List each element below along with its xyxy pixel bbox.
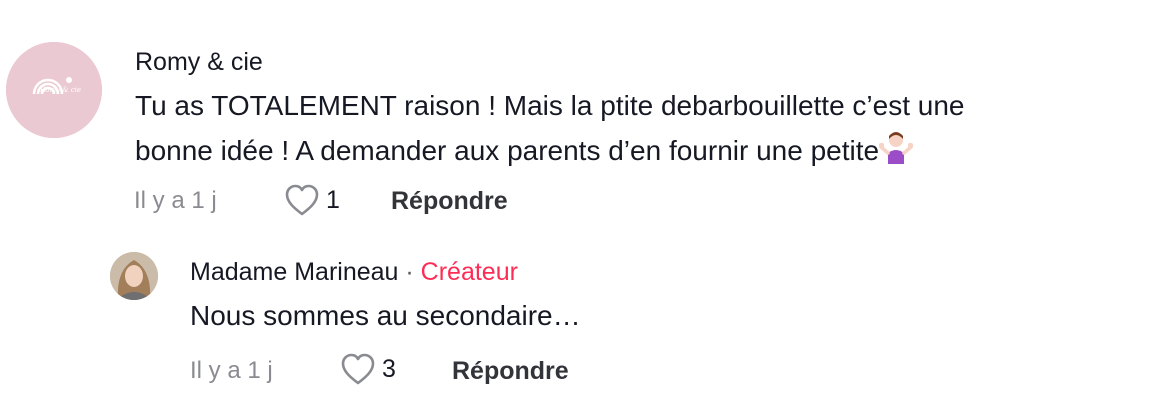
like-button[interactable]: 3 xyxy=(340,352,396,386)
comment-text-line: bonne idée ! A demander aux parents d’en… xyxy=(135,128,965,173)
shrug-emoji-icon xyxy=(879,130,914,164)
like-button[interactable]: 1 xyxy=(284,183,340,217)
comment-timestamp: Il y a 1 j xyxy=(134,187,217,214)
comment-text-segment: bonne idée ! A demander aux parents d’en… xyxy=(135,135,880,166)
comment-username[interactable]: Romy & cie xyxy=(135,48,263,77)
heart-outline-icon xyxy=(341,353,375,385)
reply-username[interactable]: Madame Marineau xyxy=(190,258,398,286)
avatar-logo-text: Romy & cie xyxy=(40,86,82,94)
like-count: 3 xyxy=(382,354,396,383)
reply-button[interactable]: Répondre xyxy=(391,187,508,216)
avatar[interactable]: Romy & cie xyxy=(6,42,102,138)
heart-outline-icon xyxy=(285,184,319,216)
comment-text-line: Tu as TOTALEMENT raison ! Mais la ptite … xyxy=(135,90,965,121)
comment-text: Tu as TOTALEMENT raison ! Mais la ptite … xyxy=(135,83,965,173)
separator-dot: · xyxy=(405,258,414,286)
avatar[interactable] xyxy=(110,252,158,300)
like-count: 1 xyxy=(326,185,340,214)
reply-button[interactable]: Répondre xyxy=(452,357,569,386)
reply-text: Nous sommes au secondaire… xyxy=(190,300,581,331)
reply-timestamp: Il y a 1 j xyxy=(190,357,273,384)
reply-header: Madame Marineau · Créateur xyxy=(190,258,518,287)
creator-badge: Créateur xyxy=(420,258,518,286)
profile-photo-icon xyxy=(110,252,158,300)
